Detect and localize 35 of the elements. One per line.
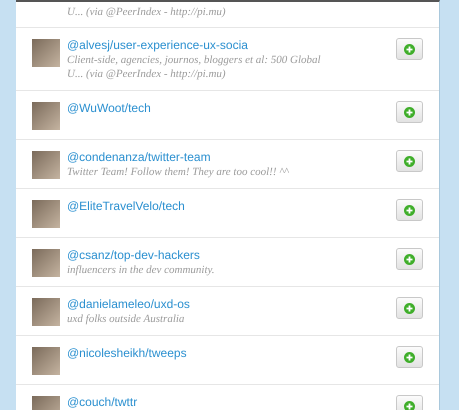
add-button[interactable]	[396, 346, 423, 368]
plus-icon	[404, 156, 415, 166]
plus-icon	[404, 254, 415, 264]
plus-icon	[404, 302, 415, 314]
list-description: U... (via @PeerIndex - http://pi.mu)	[67, 5, 226, 19]
list-link[interactable]: @alvesj/user-experience-ux-socia	[67, 37, 248, 53]
avatar-photo-placeholder	[32, 200, 60, 228]
list-link[interactable]: @WuWoot/tech	[67, 100, 151, 116]
add-button[interactable]	[396, 297, 423, 319]
list-description: uxd folks outside Australia	[67, 312, 186, 326]
list-link[interactable]: @condenanza/twitter-team	[67, 149, 211, 165]
list-description: Twitter Team! Follow them! They are too cool!! ^^	[67, 165, 290, 179]
list-description: influencers in the dev community.	[67, 263, 216, 277]
list-link[interactable]: @EliteTravelVelo/tech	[67, 198, 185, 214]
avatar-photo-placeholder	[32, 39, 60, 67]
add-button[interactable]	[396, 248, 423, 270]
plus-icon	[404, 400, 415, 410]
list-link[interactable]: @couch/twttr	[67, 394, 138, 410]
plus-icon	[404, 204, 415, 216]
list-link[interactable]: @csanz/top-dev-hackers	[67, 247, 200, 263]
avatar-photo-placeholder	[32, 151, 60, 179]
plus-icon	[404, 44, 415, 54]
avatar-photo-placeholder	[32, 102, 60, 130]
list-description: Client-side, agencies, journos, bloggers et al: 500 Global U... (via @PeerIndex - http://pi.mu)	[67, 53, 322, 81]
add-button[interactable]	[396, 199, 423, 221]
plus-icon	[404, 106, 415, 118]
avatar-photo-placeholder	[32, 249, 60, 277]
list-link[interactable]: @danielameleo/uxd-os	[67, 296, 190, 312]
avatar-photo-placeholder	[32, 347, 60, 375]
avatar-photo-placeholder	[32, 298, 60, 326]
add-button[interactable]	[396, 38, 423, 60]
add-button[interactable]	[396, 150, 423, 172]
plus-icon	[404, 352, 415, 362]
add-button[interactable]	[396, 101, 423, 123]
list-link[interactable]: @nicolesheikh/tweeps	[67, 345, 187, 361]
